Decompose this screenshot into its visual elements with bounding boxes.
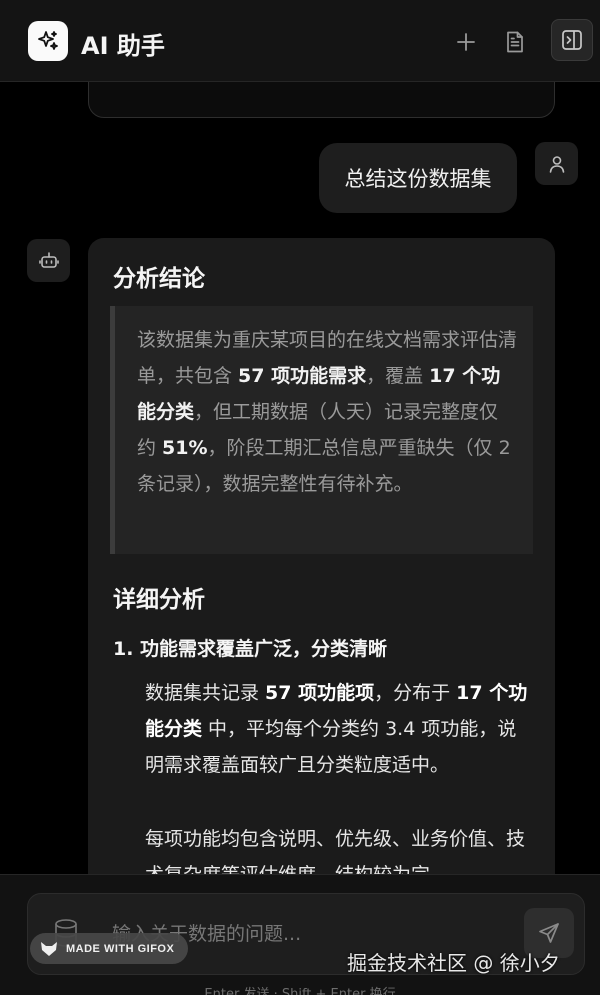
document-icon <box>507 31 523 53</box>
previous-message-card <box>88 82 555 118</box>
gifox-watermark: MADE WITH GIFOX <box>30 933 189 964</box>
document-button[interactable] <box>495 22 535 62</box>
list-item-paragraph-2: 每项功能均包含说明、优先级、业务价值、技术复杂度等评估维度，结构较为完 <box>145 828 526 874</box>
user-message-bubble: 总结这份数据集 <box>319 143 517 213</box>
fox-icon <box>41 941 57 956</box>
keyboard-hint: Enter 发送 · Shift + Enter 换行 <box>204 987 396 995</box>
sparkles-icon <box>28 21 68 61</box>
gifox-label: MADE WITH GIFOX <box>66 942 175 955</box>
assistant-message-card: 分析结论 该数据集为重庆某项目的在线文档需求评估清单，共包含 57 项功能需求，… <box>88 238 555 874</box>
summary-text: 该数据集为重庆某项目的在线文档需求评估清单，共包含 57 项功能需求，覆盖 17… <box>137 329 518 495</box>
user-avatar <box>535 142 578 185</box>
juejin-watermark: 掘金技术社区 @ 徐小夕 <box>347 951 560 975</box>
list-item-heading: 1. 功能需求覆盖广泛，分类清晰 <box>113 638 388 660</box>
detail-heading: 详细分析 <box>113 587 205 613</box>
app-header: AI 助手 <box>0 0 600 82</box>
plus-icon <box>457 33 475 51</box>
list-item-paragraph: 数据集共记录 57 项功能项，分布于 17 个功能分类 中，平均每个分类约 3.… <box>145 682 528 776</box>
app-title: AI 助手 <box>81 32 165 60</box>
panel-toggle-button[interactable] <box>551 19 593 61</box>
chat-area[interactable]: 总结这份数据集 分析结论 该数据集为重庆某项目的在线文档需求评估清单，共包含 5… <box>0 82 600 874</box>
bot-icon <box>38 251 59 268</box>
user-icon <box>549 155 564 173</box>
panel-toggle-icon <box>562 30 582 50</box>
send-icon <box>539 923 559 943</box>
new-chat-button[interactable] <box>446 22 486 62</box>
summary-blockquote: 该数据集为重庆某项目的在线文档需求评估清单，共包含 57 项功能需求，覆盖 17… <box>110 306 533 554</box>
assistant-avatar <box>27 239 70 282</box>
conclusion-heading: 分析结论 <box>113 266 205 292</box>
